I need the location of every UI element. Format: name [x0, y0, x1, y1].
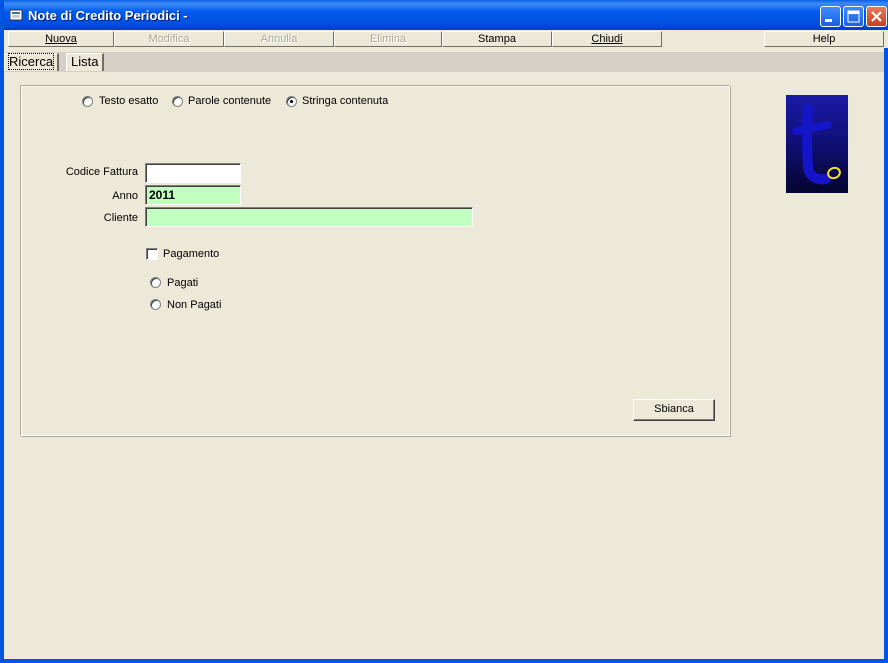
- non-pagati-label: Non Pagati: [167, 299, 222, 311]
- close-button[interactable]: [866, 6, 887, 27]
- anno-label: Anno: [112, 190, 138, 202]
- annulla-button[interactable]: Annulla: [224, 31, 334, 47]
- nuova-button[interactable]: Nuova: [8, 31, 114, 47]
- radio-parole-contenute[interactable]: [172, 96, 183, 107]
- pagati-label: Pagati: [167, 277, 199, 289]
- app-icon: [10, 9, 23, 21]
- maximize-icon: [847, 10, 860, 23]
- nuova-label: Nuova: [45, 33, 77, 45]
- sbianca-button[interactable]: Sbianca: [633, 399, 715, 421]
- tab-ricerca-label: Ricerca: [7, 53, 55, 70]
- parole-contenute-label: Parole contenute: [188, 95, 272, 107]
- elimina-label: Elimina: [369, 33, 407, 45]
- tab-strip: Ricerca Lista: [4, 52, 884, 72]
- stringa-contenuta-label: Stringa contenuta: [302, 95, 389, 107]
- radio-stringa-contenuta[interactable]: [286, 96, 297, 107]
- tab-lista[interactable]: Lista: [66, 53, 105, 71]
- toolbar: Nuova Modifica Annulla Elimina Stampa Ch…: [8, 30, 888, 48]
- modifica-label: Modifica: [148, 33, 190, 45]
- help-button[interactable]: Help: [764, 31, 884, 47]
- title-bar[interactable]: Note di Credito Periodici -: [4, 0, 888, 30]
- radio-testo-esatto[interactable]: [82, 96, 93, 107]
- help-label: Help: [812, 33, 836, 45]
- maximize-button[interactable]: [843, 6, 864, 27]
- elimina-button[interactable]: Elimina: [334, 31, 442, 47]
- stampa-button[interactable]: Stampa: [442, 31, 552, 47]
- anno-field[interactable]: 2011: [145, 185, 241, 205]
- pagamento-label: Pagamento: [163, 248, 220, 260]
- window-title: Note di Credito Periodici -: [28, 8, 188, 23]
- app-window: Note di Credito Periodici - Nuova Modifi…: [0, 0, 888, 663]
- minimize-button[interactable]: [820, 6, 841, 27]
- testo-esatto-label: Testo esatto: [99, 95, 159, 107]
- app-logo: [786, 95, 848, 193]
- chiudi-label: Chiudi: [591, 33, 623, 45]
- close-icon: [871, 11, 882, 22]
- chiudi-button[interactable]: Chiudi: [552, 31, 662, 47]
- radio-pagati[interactable]: [150, 277, 161, 288]
- cliente-label: Cliente: [103, 212, 138, 224]
- search-panel: Testo esatto Parole contenute Stringa co…: [20, 85, 730, 436]
- sbianca-label: Sbianca: [654, 403, 694, 415]
- cliente-field[interactable]: [145, 207, 473, 227]
- codice-fattura-field[interactable]: [145, 163, 241, 183]
- tab-lista-label: Lista: [71, 54, 99, 69]
- radio-non-pagati[interactable]: [150, 299, 161, 310]
- pagamento-checkbox[interactable]: [146, 248, 158, 260]
- stampa-label: Stampa: [478, 33, 516, 45]
- minimize-icon: [825, 19, 832, 22]
- codice-fattura-label: Codice Fattura: [65, 166, 138, 178]
- annulla-label: Annulla: [260, 33, 298, 45]
- app-logo-t-icon: [792, 104, 841, 185]
- modifica-button[interactable]: Modifica: [114, 31, 224, 47]
- tab-ricerca[interactable]: Ricerca: [4, 53, 60, 71]
